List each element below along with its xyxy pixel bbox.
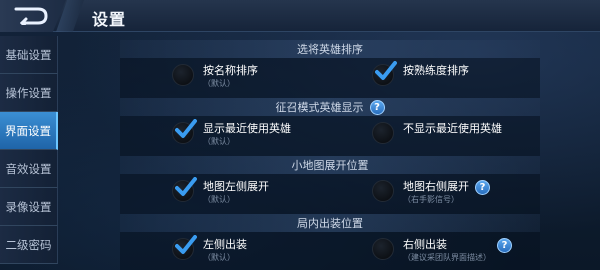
option-label: 按熟练度排序 xyxy=(403,64,469,77)
section-title: 选将英雄排序 xyxy=(297,43,363,56)
section-header: 局内出装位置 xyxy=(120,214,540,232)
section-body: 显示最近使用英雄 （默认） 不显示最近使用英雄 xyxy=(120,116,540,156)
option-minimap-left[interactable]: 地图左侧展开 （默认） xyxy=(172,177,269,206)
section-minimap-position: 小地图展开位置 地图左侧展开 （默认） 地图右侧展开 （右手影信号） ? xyxy=(120,156,540,214)
radio-icon[interactable] xyxy=(172,119,197,144)
page-title: 设置 xyxy=(92,10,127,29)
sidebar-item-sound[interactable]: 音效设置 xyxy=(0,150,58,188)
option-subtext: （默认） xyxy=(203,137,235,146)
option-label: 右侧出装 xyxy=(403,238,447,251)
radio-icon[interactable] xyxy=(172,235,197,260)
option-subtext: （默认） xyxy=(203,79,235,88)
radio-icon[interactable] xyxy=(372,238,394,260)
section-title: 局内出装位置 xyxy=(297,217,363,230)
option-label: 地图左侧展开 xyxy=(203,180,269,193)
section-title: 征召模式英雄显示 xyxy=(275,101,364,114)
radio-icon[interactable] xyxy=(172,64,194,86)
sidebar-item-basic[interactable]: 基础设置 xyxy=(0,36,58,74)
option-label: 不显示最近使用英雄 xyxy=(403,122,502,135)
section-header: 小地图展开位置 xyxy=(120,156,540,174)
checkmark-icon xyxy=(175,177,197,196)
section-body: 按名称排序 （默认） 按熟练度排序 xyxy=(120,58,540,98)
settings-panel: 选将英雄排序 按名称排序 （默认） 按熟练度排序 征召模式英雄显示 ? 显示最近… xyxy=(120,40,540,270)
help-icon[interactable]: ? xyxy=(497,238,512,253)
section-header: 选将英雄排序 xyxy=(120,40,540,58)
radio-icon[interactable] xyxy=(372,180,394,202)
section-shop-position: 局内出装位置 左侧出装 （默认） 右侧出装 （建议采团队界面描述） ? xyxy=(120,214,540,270)
sidebar-item-secondary-password[interactable]: 二级密码 xyxy=(0,226,58,264)
option-subtext: （建议采团队界面描述） xyxy=(403,253,491,262)
option-shop-left[interactable]: 左侧出装 （默认） xyxy=(172,235,247,264)
option-minimap-right[interactable]: 地图右侧展开 （右手影信号） ? xyxy=(372,180,490,206)
checkmark-icon xyxy=(175,235,197,254)
help-icon[interactable]: ? xyxy=(475,180,490,195)
checkmark-icon xyxy=(375,61,397,80)
option-label: 地图右侧展开 xyxy=(403,180,469,193)
section-body: 地图左侧展开 （默认） 地图右侧展开 （右手影信号） ? xyxy=(120,174,540,214)
option-sort-by-name[interactable]: 按名称排序 （默认） xyxy=(172,64,258,90)
option-subtext: （右手影信号） xyxy=(403,195,459,204)
sidebar-item-interface[interactable]: 界面设置 xyxy=(0,112,58,150)
sidebar-item-controls[interactable]: 操作设置 xyxy=(0,74,58,112)
help-icon[interactable]: ? xyxy=(369,99,385,115)
option-label: 按名称排序 xyxy=(203,64,258,77)
option-sort-by-proficiency[interactable]: 按熟练度排序 xyxy=(372,61,469,86)
option-shop-right[interactable]: 右侧出装 （建议采团队界面描述） ? xyxy=(372,238,512,264)
option-show-recent-heroes[interactable]: 显示最近使用英雄 （默认） xyxy=(172,119,291,148)
sidebar: 基础设置 操作设置 界面设置 音效设置 录像设置 二级密码 xyxy=(0,36,58,270)
radio-icon[interactable] xyxy=(372,61,397,86)
top-bar: 设置 xyxy=(0,0,600,32)
section-title: 小地图展开位置 xyxy=(291,159,369,172)
option-subtext: （默认） xyxy=(203,195,235,204)
option-hide-recent-heroes[interactable]: 不显示最近使用英雄 xyxy=(372,122,502,144)
back-button[interactable] xyxy=(0,0,66,32)
section-header: 征召模式英雄显示 ? xyxy=(120,98,540,116)
option-label: 显示最近使用英雄 xyxy=(203,122,291,135)
back-arrow-icon xyxy=(14,7,48,25)
radio-icon[interactable] xyxy=(172,177,197,202)
radio-icon[interactable] xyxy=(372,122,394,144)
option-subtext: （默认） xyxy=(203,253,235,262)
sidebar-item-replay[interactable]: 录像设置 xyxy=(0,188,58,226)
section-body: 左侧出装 （默认） 右侧出装 （建议采团队界面描述） ? xyxy=(120,232,540,270)
section-draft-hero-display: 征召模式英雄显示 ? 显示最近使用英雄 （默认） 不显示最近使用英雄 xyxy=(120,98,540,156)
option-label: 左侧出装 xyxy=(203,238,247,251)
section-hero-sort: 选将英雄排序 按名称排序 （默认） 按熟练度排序 xyxy=(120,40,540,98)
checkmark-icon xyxy=(175,119,197,138)
